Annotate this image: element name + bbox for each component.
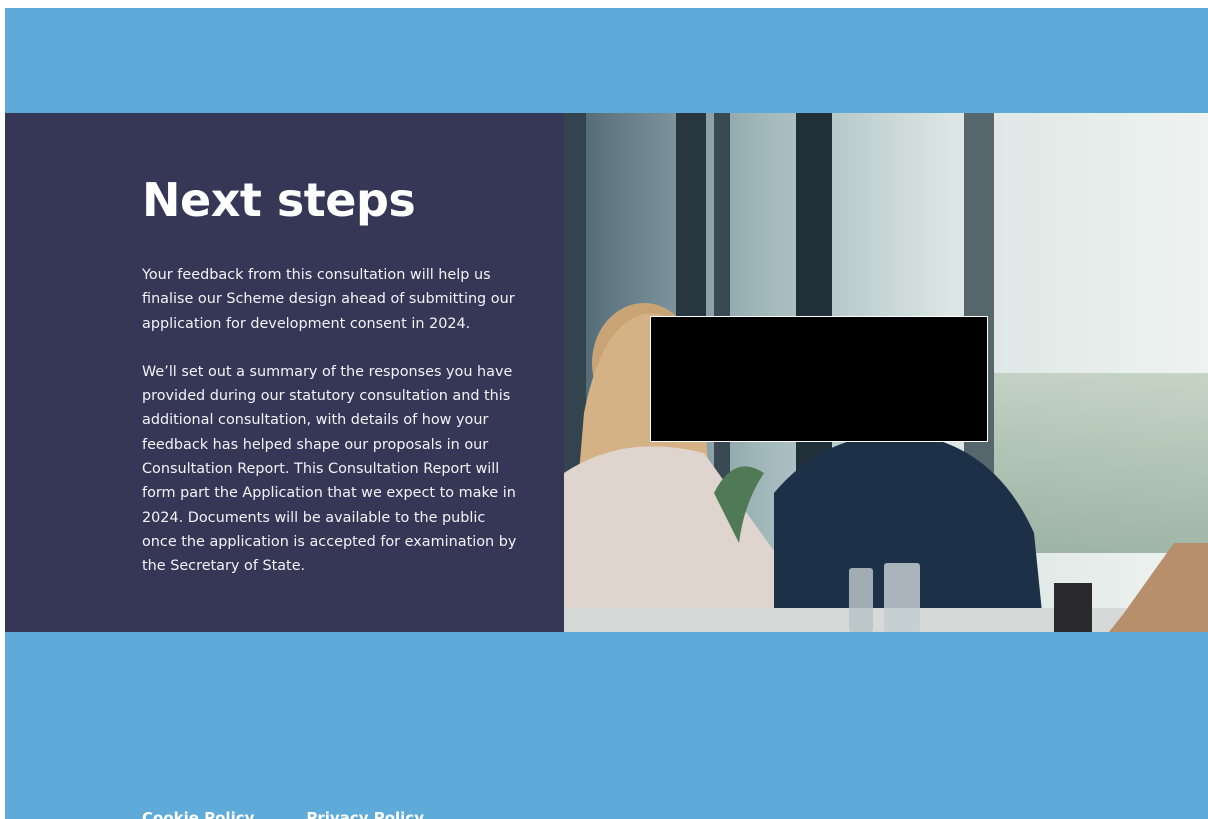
cookie-policy-link[interactable]: Cookie Policy xyxy=(142,809,254,819)
meeting-photo xyxy=(564,113,1208,632)
next-steps-section: Next steps Your feedback from this consu… xyxy=(5,113,1208,632)
footer-links: Cookie Policy Privacy Policy xyxy=(142,809,424,819)
privacy-policy-link[interactable]: Privacy Policy xyxy=(306,809,424,819)
page-background: Next steps Your feedback from this consu… xyxy=(5,8,1208,819)
redacted-region xyxy=(650,316,988,442)
next-steps-paragraph-1: Your feedback from this consultation wil… xyxy=(142,267,515,332)
next-steps-text-panel: Next steps Your feedback from this consu… xyxy=(5,113,564,632)
next-steps-paragraph-2: We’ll set out a summary of the responses… xyxy=(142,363,517,575)
next-steps-heading: Next steps xyxy=(142,173,416,227)
